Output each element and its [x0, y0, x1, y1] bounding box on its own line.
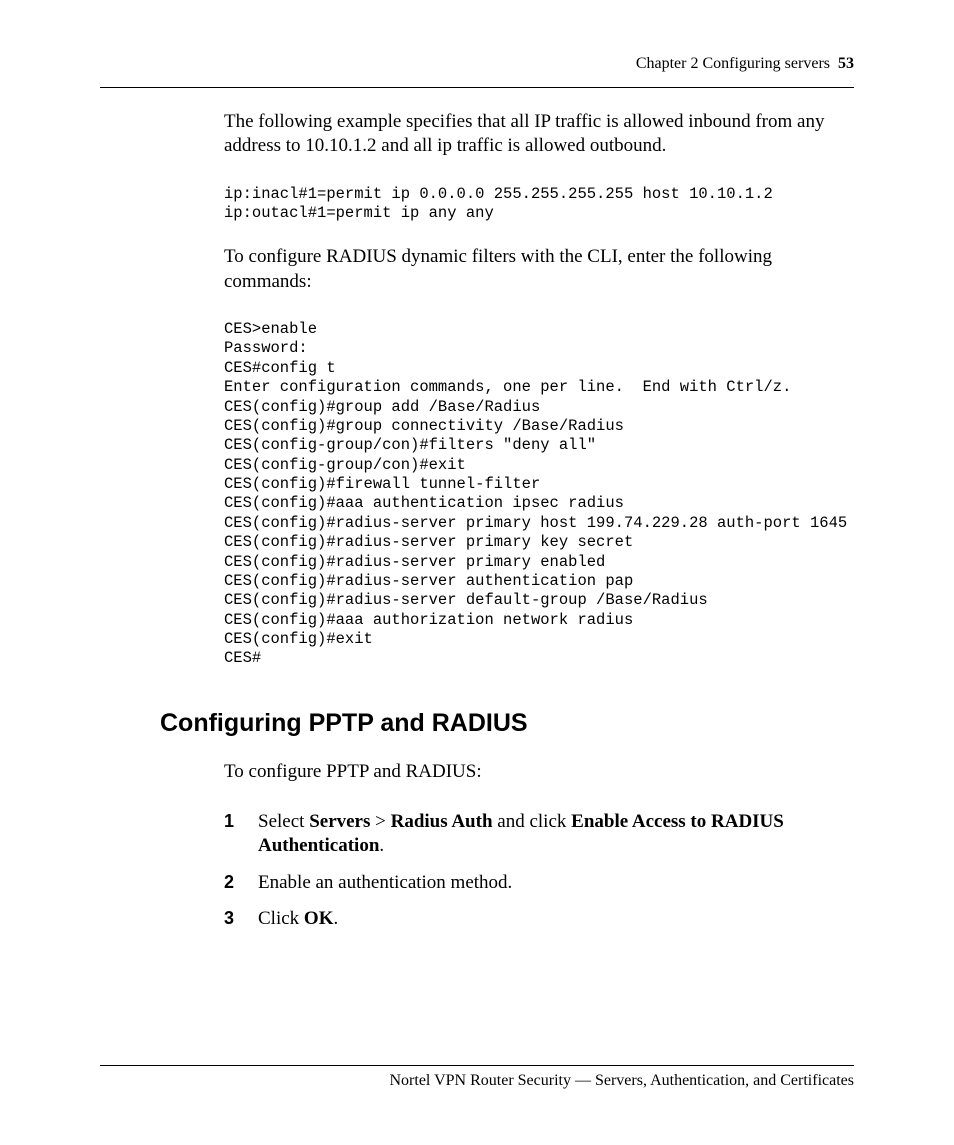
code-block-cli: CES>enable Password: CES#config t Enter …	[224, 320, 854, 669]
body-column-2: To configure PPTP and RADIUS: 1 Select S…	[224, 760, 854, 932]
footer-text: Nortel VPN Router Security — Servers, Au…	[100, 1072, 854, 1090]
step-number: 3	[224, 907, 258, 931]
step-text: Click OK.	[258, 907, 854, 931]
step-number: 2	[224, 871, 258, 895]
ui-servers: Servers	[309, 811, 370, 832]
step-text: Enable an authentication method.	[258, 871, 854, 895]
page: Chapter 2 Configuring servers 53 The fol…	[0, 0, 954, 1145]
section-heading: Configuring PPTP and RADIUS	[160, 709, 854, 738]
footer-rule	[100, 1065, 854, 1066]
ui-radius-auth: Radius Auth	[391, 811, 493, 832]
step-1: 1 Select Servers > Radius Auth and click…	[224, 810, 854, 859]
intro-paragraph-1: The following example specifies that all…	[224, 110, 854, 159]
step-2: 2 Enable an authentication method.	[224, 871, 854, 895]
intro-paragraph-2: To configure RADIUS dynamic filters with…	[224, 245, 854, 294]
body-column: The following example specifies that all…	[224, 110, 854, 669]
page-footer: Nortel VPN Router Security — Servers, Au…	[100, 1065, 854, 1090]
step-number: 1	[224, 810, 258, 859]
running-head: Chapter 2 Configuring servers 53	[100, 55, 854, 73]
step-text: Select Servers > Radius Auth and click E…	[258, 810, 854, 859]
ui-ok: OK	[304, 908, 334, 929]
header-rule	[100, 87, 854, 88]
code-block-acl: ip:inacl#1=permit ip 0.0.0.0 255.255.255…	[224, 185, 854, 224]
section-intro: To configure PPTP and RADIUS:	[224, 760, 854, 784]
step-list: 1 Select Servers > Radius Auth and click…	[224, 810, 854, 931]
chapter-label: Chapter 2 Configuring servers	[636, 55, 830, 72]
step-3: 3 Click OK.	[224, 907, 854, 931]
page-number: 53	[838, 55, 854, 72]
